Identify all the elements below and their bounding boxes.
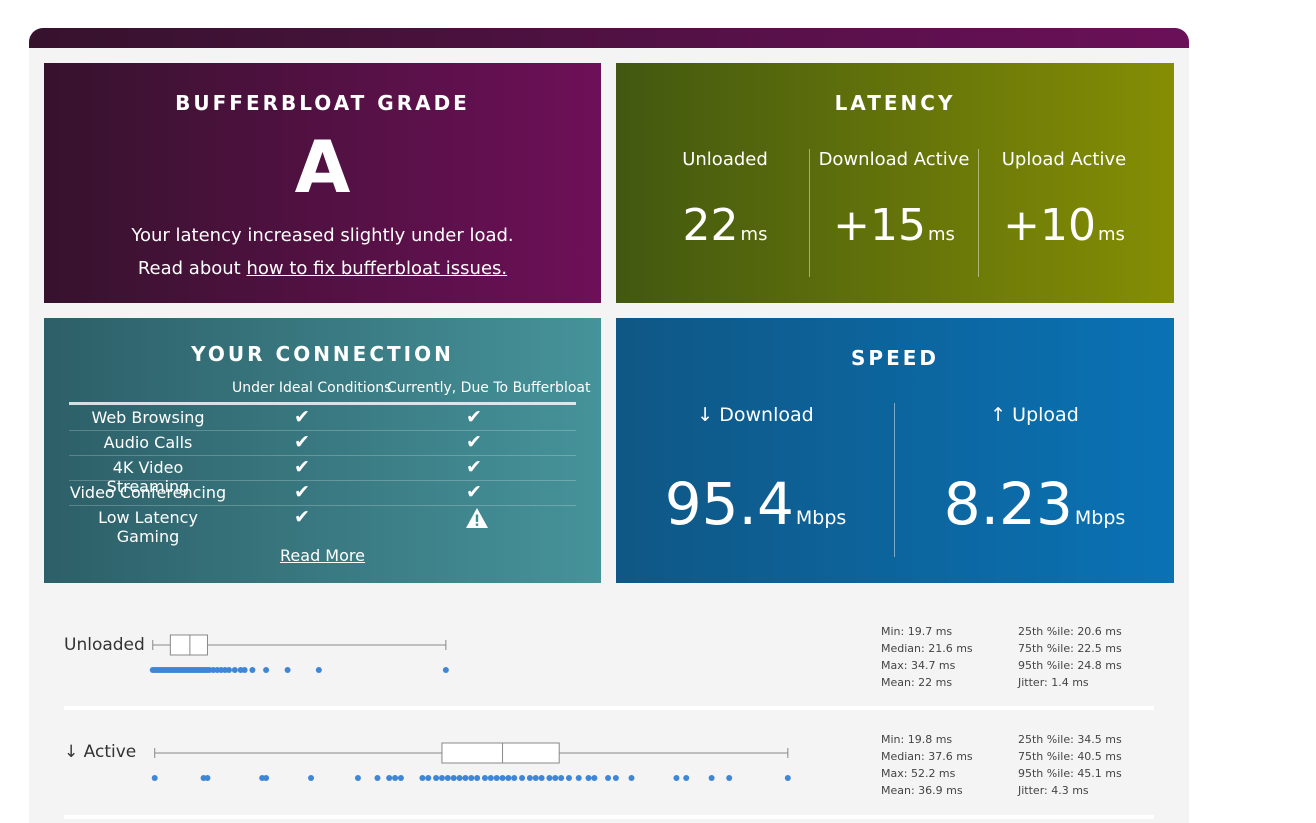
active-sample-point bbox=[628, 775, 635, 781]
active-sample-point bbox=[591, 775, 598, 781]
active-sample-point bbox=[726, 775, 733, 781]
active-sample-point bbox=[575, 775, 582, 781]
active-sample-point bbox=[538, 775, 545, 781]
active-sample-point bbox=[499, 775, 506, 781]
unloaded-sample-point bbox=[284, 667, 291, 673]
active-sample-point bbox=[683, 775, 690, 781]
unloaded-sample-point bbox=[315, 667, 322, 673]
active-sample-point bbox=[468, 775, 475, 781]
active-sample-point bbox=[511, 775, 518, 781]
active-sample-point bbox=[558, 775, 565, 781]
active-sample-point bbox=[532, 775, 539, 781]
active-sample-point bbox=[519, 775, 526, 781]
active-sample-point bbox=[397, 775, 404, 781]
active-sample-point bbox=[474, 775, 481, 781]
active-sample-point bbox=[386, 775, 393, 781]
unloaded-sample-point bbox=[263, 667, 270, 673]
active-sample-point bbox=[462, 775, 469, 781]
active-sample-point bbox=[585, 775, 592, 781]
active-sample-point bbox=[204, 775, 211, 781]
active-sample-point bbox=[444, 775, 451, 781]
unloaded-sample-point bbox=[225, 667, 232, 673]
unloaded-sample-point bbox=[249, 667, 256, 673]
active-sample-point bbox=[354, 775, 361, 781]
active-sample-point bbox=[612, 775, 619, 781]
active-sample-point bbox=[784, 775, 791, 781]
active-sample-point bbox=[450, 775, 457, 781]
active-sample-point bbox=[481, 775, 488, 781]
active-sample-point bbox=[673, 775, 680, 781]
active-sample-point bbox=[151, 775, 158, 781]
active-sample-point bbox=[425, 775, 432, 781]
active-sample-point bbox=[456, 775, 463, 781]
active-sample-point bbox=[526, 775, 533, 781]
active-sample-point bbox=[505, 775, 512, 781]
active-sample-point bbox=[263, 775, 270, 781]
active-sample-point bbox=[374, 775, 381, 781]
active-sample-point bbox=[708, 775, 715, 781]
active-box bbox=[441, 742, 560, 764]
active-sample-point bbox=[438, 775, 445, 781]
unloaded-sample-point bbox=[442, 667, 449, 673]
active-sample-point bbox=[493, 775, 500, 781]
active-sample-point bbox=[487, 775, 494, 781]
active-sample-point bbox=[552, 775, 559, 781]
active-sample-point bbox=[565, 775, 572, 781]
active-sample-point bbox=[433, 775, 440, 781]
active-sample-point bbox=[605, 775, 612, 781]
unloaded-sample-point bbox=[241, 667, 248, 673]
unloaded-sample-point bbox=[231, 667, 238, 673]
active-sample-point bbox=[392, 775, 399, 781]
active-sample-point bbox=[419, 775, 426, 781]
latency-boxplots bbox=[149, 634, 791, 781]
unloaded-box bbox=[169, 634, 208, 656]
active-sample-point bbox=[546, 775, 553, 781]
active-sample-point bbox=[308, 775, 315, 781]
